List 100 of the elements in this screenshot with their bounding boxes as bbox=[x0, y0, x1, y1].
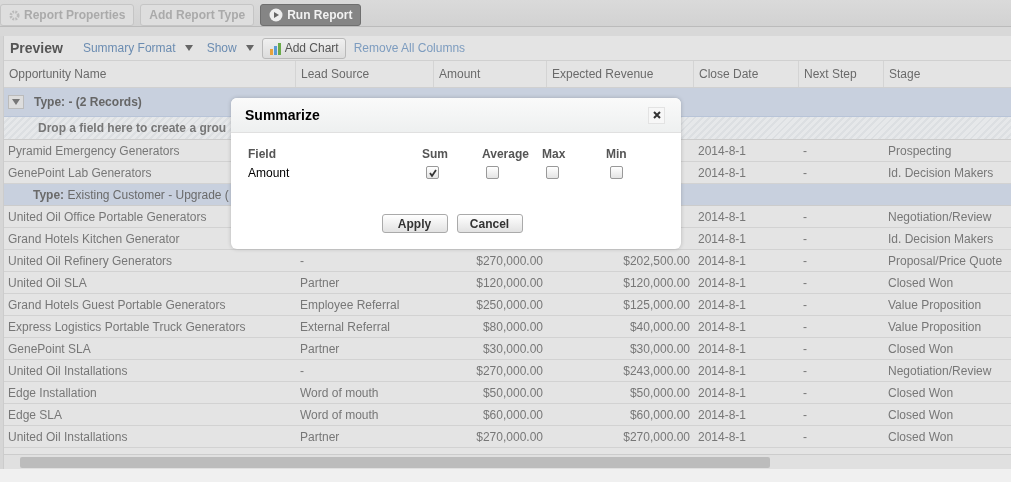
table-cell: Negotiation/Review bbox=[888, 363, 992, 378]
gear-icon bbox=[9, 9, 20, 21]
dialog-button[interactable]: Apply bbox=[381, 214, 448, 233]
add-chart-button[interactable]: Add Chart bbox=[261, 37, 346, 59]
table-cell: - bbox=[803, 209, 807, 224]
column-header[interactable]: Expected Revenue bbox=[547, 61, 694, 87]
table-cell: $50,000.00 bbox=[482, 385, 543, 400]
column-header: Average bbox=[482, 147, 530, 161]
table-cell: 2014-8-1 bbox=[698, 363, 747, 378]
table-cell: GenePoint SLA bbox=[8, 341, 91, 356]
table-cell: Employee Referral bbox=[300, 297, 400, 312]
column-header[interactable]: Stage bbox=[884, 61, 1011, 87]
table-cell: $80,000.00 bbox=[482, 319, 543, 334]
table-cell: United Oil Office Portable Generators bbox=[8, 209, 207, 224]
column-header: Max bbox=[542, 147, 567, 161]
table-cell: Partner bbox=[300, 341, 340, 356]
table-cell: $120,000.00 bbox=[476, 275, 543, 290]
table-cell: 2014-8-1 bbox=[698, 407, 747, 422]
drop-hint: Drop a field here to create a grou bbox=[38, 121, 227, 135]
table-cell: 2014-8-1 bbox=[698, 385, 747, 400]
column-header[interactable]: Close Date bbox=[694, 61, 799, 87]
column-header: Field bbox=[248, 147, 277, 161]
table-cell: - bbox=[803, 297, 807, 312]
remove-columns-link[interactable]: Remove All Columns bbox=[353, 41, 466, 55]
table-cell: $30,000.00 bbox=[629, 341, 690, 356]
checkbox[interactable] bbox=[486, 166, 499, 179]
close-button[interactable] bbox=[648, 106, 665, 124]
table-cell: 2014-8-1 bbox=[698, 429, 747, 444]
table-cell: 2014-8-1 bbox=[698, 209, 747, 224]
table-cell: - bbox=[803, 363, 807, 378]
table-cell: Closed Won bbox=[888, 429, 954, 444]
table-cell: $250,000.00 bbox=[476, 297, 543, 312]
checkbox[interactable] bbox=[610, 166, 623, 179]
toolbar-button[interactable]: Run Report bbox=[260, 4, 362, 26]
table-cell: - bbox=[803, 341, 807, 356]
table-cell: $60,000.00 bbox=[629, 407, 690, 422]
table-cell: United Oil Installations bbox=[8, 363, 128, 378]
dialog-button[interactable]: Cancel bbox=[456, 214, 523, 233]
checkbox[interactable] bbox=[546, 166, 559, 179]
table-cell: Grand Hotels Guest Portable Generators bbox=[8, 297, 226, 312]
table-cell: Edge Installation bbox=[8, 385, 97, 400]
table-cell: Id. Decision Makers bbox=[888, 165, 994, 180]
table-cell: 2014-8-1 bbox=[698, 143, 747, 158]
table-cell: - bbox=[300, 253, 304, 268]
group-label: Type: Existing Customer - Upgrade ( bbox=[33, 187, 229, 202]
table-cell: $30,000.00 bbox=[482, 341, 543, 356]
table-cell: 2014-8-1 bbox=[698, 275, 747, 290]
field-name: Amount bbox=[248, 166, 291, 180]
table-cell: 2014-8-1 bbox=[698, 319, 747, 334]
table-cell: - bbox=[803, 231, 807, 246]
table-cell: $270,000.00 bbox=[623, 429, 690, 444]
column-header[interactable]: Opportunity Name bbox=[4, 61, 296, 87]
column-header[interactable]: Amount bbox=[434, 61, 547, 87]
table-cell: GenePoint Lab Generators bbox=[8, 165, 152, 180]
table-cell: $270,000.00 bbox=[476, 363, 543, 378]
column-header[interactable]: Lead Source bbox=[296, 61, 434, 87]
table-cell: 2014-8-1 bbox=[698, 231, 747, 246]
table-cell: - bbox=[803, 143, 807, 158]
table-cell: Word of mouth bbox=[300, 385, 379, 400]
table-cell: - bbox=[803, 319, 807, 334]
table-cell: Value Proposition bbox=[888, 297, 982, 312]
dialog-title: Summarize bbox=[245, 107, 320, 123]
horizontal-scrollbar[interactable] bbox=[4, 454, 1011, 469]
column-header: Min bbox=[606, 147, 628, 161]
dropdown-menu[interactable]: Summary Format bbox=[82, 41, 193, 55]
table-cell: Closed Won bbox=[888, 275, 954, 290]
dropdown-menu[interactable]: Show bbox=[206, 41, 254, 55]
table-cell: $202,500.00 bbox=[623, 253, 690, 268]
table-cell: United Oil Refinery Generators bbox=[8, 253, 173, 268]
column-header: Sum bbox=[422, 147, 449, 161]
bar-chart-icon bbox=[268, 41, 282, 55]
group-label: Type: - (2 Records) bbox=[34, 95, 142, 109]
table-cell: $125,000.00 bbox=[623, 297, 690, 312]
table-cell: United Oil SLA bbox=[8, 275, 87, 290]
preview-title: Preview bbox=[10, 40, 63, 56]
table-cell: Proposal/Price Quote bbox=[888, 253, 1003, 268]
table-cell: Closed Won bbox=[888, 385, 954, 400]
table-cell: External Referral bbox=[300, 319, 391, 334]
table-cell: 2014-8-1 bbox=[698, 341, 747, 356]
table-cell: Partner bbox=[300, 275, 340, 290]
close-icon bbox=[652, 111, 661, 119]
caret-icon bbox=[184, 45, 193, 51]
checkbox[interactable] bbox=[426, 166, 439, 179]
table-cell: - bbox=[803, 275, 807, 290]
table-cell: 2014-8-1 bbox=[698, 253, 747, 268]
table-cell: $270,000.00 bbox=[476, 253, 543, 268]
table-cell: Partner bbox=[300, 429, 340, 444]
table-cell: Value Proposition bbox=[888, 319, 982, 334]
table-cell: Closed Won bbox=[888, 407, 954, 422]
table-cell: $270,000.00 bbox=[476, 429, 543, 444]
table-cell: - bbox=[803, 385, 807, 400]
table-cell: 2014-8-1 bbox=[698, 165, 747, 180]
table-cell: - bbox=[300, 363, 304, 378]
table-cell: Word of mouth bbox=[300, 407, 379, 422]
table-cell: - bbox=[803, 429, 807, 444]
table-cell: - bbox=[803, 165, 807, 180]
table-cell: Id. Decision Makers bbox=[888, 231, 994, 246]
column-header[interactable]: Next Step bbox=[799, 61, 884, 87]
collapse-toggle[interactable] bbox=[8, 95, 24, 109]
table-cell: - bbox=[803, 407, 807, 422]
